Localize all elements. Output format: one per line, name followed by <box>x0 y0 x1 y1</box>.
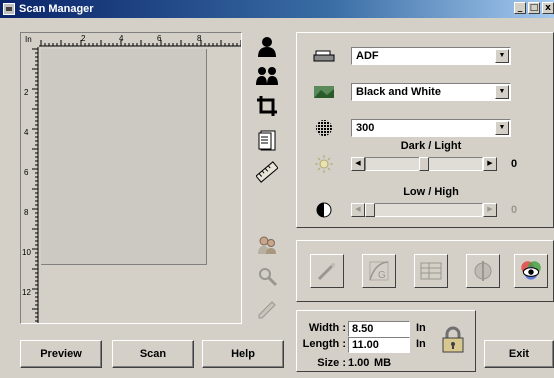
color-mode-icon <box>313 83 335 101</box>
slider-left-arrow-icon[interactable]: ◀ <box>351 157 365 171</box>
brightness-slider[interactable]: ◀ ▶ <box>351 157 497 173</box>
resolution-select[interactable]: 300 ▼ <box>351 119 511 137</box>
pen-icon <box>258 301 276 319</box>
contrast-thumb[interactable] <box>365 203 375 217</box>
brightness-thumb[interactable] <box>419 157 429 171</box>
length-input[interactable]: 11.00 <box>348 337 410 353</box>
pen-button[interactable] <box>253 296 281 324</box>
color-mode-value: Black and White <box>356 86 441 98</box>
gamma-curve-icon: G <box>369 261 389 281</box>
scan-button[interactable]: Scan <box>112 340 194 368</box>
ruler-unit-label: In <box>25 35 32 44</box>
help-button[interactable]: Help <box>202 340 284 368</box>
brightness-value: 0 <box>511 158 518 170</box>
paper-size-button[interactable] <box>253 126 281 154</box>
ruler-left-label: 2 <box>24 88 29 97</box>
brightness-icon <box>313 155 335 173</box>
single-person-button[interactable] <box>253 32 281 60</box>
chevron-down-icon[interactable]: ▼ <box>495 85 509 99</box>
ruler-top-label: 8 <box>197 34 202 43</box>
ruler-left-label: 12 <box>22 288 31 297</box>
contrast-icon <box>313 201 335 219</box>
width-unit: In <box>416 322 426 334</box>
ruler-left-label: 10 <box>22 248 31 257</box>
gamma-button[interactable]: G <box>362 254 396 288</box>
eye-icon <box>521 261 541 280</box>
source-select[interactable]: ADF ▼ <box>351 47 511 65</box>
scanner-source-icon <box>313 47 335 65</box>
ruler-left-label: 6 <box>24 168 29 177</box>
size-label: Size : <box>317 357 346 369</box>
crop-icon <box>257 96 277 116</box>
contrast-label: Low / High <box>403 186 459 198</box>
scan-page-area[interactable] <box>41 49 207 265</box>
photo-people-icon <box>258 236 276 254</box>
width-label: Width : <box>308 322 346 334</box>
contrast-slider[interactable]: ◀ ▶ <box>351 203 497 219</box>
ruler-left-label: 8 <box>24 208 29 217</box>
group-people-icon <box>256 67 278 85</box>
title-bar: Scan Manager _ □ x <box>0 0 554 18</box>
close-button[interactable]: x <box>542 2 554 14</box>
ruler-top-label: 6 <box>157 34 162 43</box>
ruler-units-button[interactable] <box>253 158 281 186</box>
resolution-icon <box>313 119 335 137</box>
ruler-top-label: 4 <box>119 34 124 43</box>
brightness-label: Dark / Light <box>400 140 462 152</box>
exit-button[interactable]: Exit <box>484 340 554 368</box>
scanner-app-icon <box>3 3 15 15</box>
size-value: 1.00 <box>348 357 370 369</box>
settings-table-button[interactable] <box>414 254 448 288</box>
slider-right-arrow-icon[interactable]: ▶ <box>483 203 497 217</box>
preview-area[interactable]: In 2 4 6 8 2 4 6 8 10 12 <box>20 32 242 324</box>
top-ruler <box>39 40 241 47</box>
ruler-top-label: 2 <box>81 34 86 43</box>
length-label: Length : <box>302 338 346 350</box>
resolution-value: 300 <box>356 122 375 134</box>
color-mode-select[interactable]: Black and White ▼ <box>351 83 511 101</box>
maximize-button[interactable]: □ <box>528 2 540 14</box>
preview-eye-button[interactable] <box>514 254 548 288</box>
crop-button[interactable] <box>253 92 281 120</box>
window-title: Scan Manager <box>19 3 94 15</box>
slider-right-arrow-icon[interactable]: ▶ <box>483 157 497 171</box>
group-people-button[interactable] <box>253 62 281 90</box>
scan-settings-panel: ADF ▼ Black and White ▼ 300 ▼ Dark / Lig… <box>296 32 554 228</box>
chevron-down-icon[interactable]: ▼ <box>495 121 509 135</box>
ruler-left-label: 4 <box>24 128 29 137</box>
zoom-icon <box>259 268 278 287</box>
zoom-button[interactable] <box>253 262 281 290</box>
filter-icon <box>474 261 492 281</box>
filter-button[interactable] <box>466 254 500 288</box>
photo-people-button[interactable] <box>253 230 281 258</box>
ruler-icon <box>256 161 278 183</box>
contrast-track[interactable] <box>365 203 483 217</box>
single-person-icon <box>258 37 276 57</box>
source-value: ADF <box>356 50 379 62</box>
lock-icon[interactable] <box>440 326 466 354</box>
slider-left-arrow-icon[interactable]: ◀ <box>351 203 365 217</box>
chevron-down-icon[interactable]: ▼ <box>495 49 509 63</box>
auto-adjust-button[interactable] <box>310 254 344 288</box>
svg-text:G: G <box>378 270 386 281</box>
width-input[interactable]: 8.50 <box>348 321 410 337</box>
size-unit: MB <box>374 357 392 369</box>
paper-size-icon <box>258 130 276 151</box>
contrast-value: 0 <box>511 204 518 216</box>
settings-table-icon <box>420 262 442 280</box>
preview-button[interactable]: Preview <box>20 340 102 368</box>
minimize-button[interactable]: _ <box>514 2 526 14</box>
magic-wand-icon <box>317 263 335 281</box>
length-unit: In <box>416 338 426 350</box>
